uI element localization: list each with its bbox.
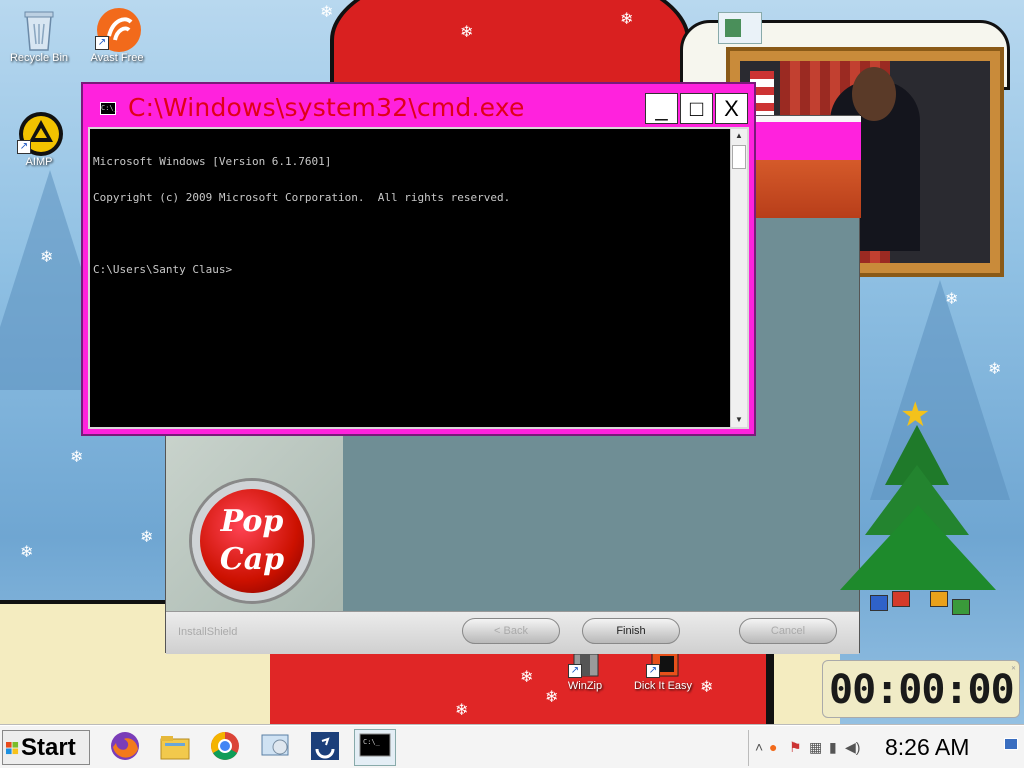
back-button[interactable]: < Back [462,618,560,644]
console-line: Microsoft Windows [Version 6.1.7601] [93,155,332,168]
recycle-bin-icon [17,6,61,51]
winzip-icon: ↗ [568,650,602,678]
action-center-icon[interactable]: ⚑ [789,739,802,756]
desktop-icon-avast[interactable]: ↗ Avast Free [80,6,154,64]
maximize-button[interactable]: □ [680,93,713,124]
show-desktop-button[interactable] [1004,738,1018,750]
shortcut-arrow-icon: ↗ [568,664,582,678]
finish-button[interactable]: Finish [582,618,680,644]
shortcut-arrow-icon: ↗ [646,664,660,678]
cmd-window-icon[interactable]: C:\_ [100,102,118,115]
popcap-logo: Pop Cap [192,481,312,601]
shortcut-arrow-icon: ↗ [17,140,31,154]
taskbar-sync[interactable] [304,729,346,766]
installshield-label: InstallShield [178,626,238,638]
start-button[interactable]: Start [2,730,90,765]
installer-side-art: Pop Cap [166,431,343,611]
timer-display: 00:00:00 [829,667,1015,713]
cmd-icon: C:\_ [359,733,391,757]
sync-icon [311,732,339,760]
gift-icon [870,595,888,611]
minimize-button[interactable]: _ [645,93,678,124]
console-output: Microsoft Windows [Version 6.1.7601] Cop… [93,132,510,300]
control-panel-icon [261,734,289,756]
notification-area: ˄ ● ⚑ ▦ ▮ ◀) [748,730,863,766]
scroll-down-arrow-icon[interactable]: ▼ [731,413,747,427]
taskbar-control-panel[interactable] [254,729,296,766]
stopwatch-gadget[interactable]: 00:00:00 ✕ [822,660,1020,718]
window-title: C:\Windows\system32\cmd.exe [128,93,525,122]
cancel-button[interactable]: Cancel [739,618,837,644]
christmas-tree-gadget: ★ [830,395,1010,625]
avast-icon: ↗ [95,6,141,52]
taskbar-cmd[interactable]: C:\_ [354,729,396,766]
cmd-titlebar[interactable]: C:\_ C:\Windows\system32\cmd.exe _ □ X [88,89,749,127]
desktop-icon-label: Dick It Easy [633,680,693,692]
console-line: Copyright (c) 2009 Microsoft Corporation… [93,191,511,204]
taskbar-file-explorer[interactable] [154,729,196,766]
close-icon[interactable]: ✕ [1011,665,1016,672]
power-icon[interactable]: ▮ [829,739,837,756]
svg-text:C:\_: C:\_ [363,738,381,746]
application-shortcut-icon: ↗ [646,650,680,678]
installer-button-bar: InstallShield < Back Finish Cancel [166,611,859,654]
close-button[interactable]: X [715,93,748,124]
shortcut-arrow-icon: ↗ [95,36,109,50]
gift-icon [892,591,910,607]
firefox-icon [111,732,139,760]
taskbar-clock[interactable]: 8:26 AM [885,734,969,761]
desktop-icon-aimp[interactable]: ↗ AIMP [2,110,76,168]
desktop-icon-recycle-bin[interactable]: Recycle Bin [2,6,76,64]
cmd-window[interactable]: C:\_ C:\Windows\system32\cmd.exe _ □ X M… [81,82,756,436]
chrome-icon [211,732,239,760]
network-icon[interactable]: ▦ [809,739,822,756]
scroll-up-arrow-icon[interactable]: ▲ [731,129,747,143]
scrollbar-thumb[interactable] [732,145,746,169]
show-hidden-icons-icon[interactable]: ˄ [755,739,763,755]
desktop-icon-winzip[interactable]: ↗ WinZip [548,650,622,692]
console-prompt[interactable]: C:\Users\Santy Claus> [93,264,510,276]
vertical-scrollbar[interactable]: ▲ ▼ [730,129,747,427]
desktop-icon-label: WinZip [567,680,603,692]
desktop-icon-document[interactable] [718,12,762,44]
windows-logo-icon [6,742,19,755]
installer-title-strip [756,116,861,218]
volume-icon[interactable]: ◀) [845,739,860,756]
avast-tray-icon[interactable]: ● [769,739,777,755]
desktop-icon-dick-it-easy[interactable]: ↗ Dick It Easy [626,650,700,692]
taskbar: Start C:\_ ˄ ● ⚑ ▦ ▮ ◀) 8:26 AM [0,725,1024,768]
gift-icon [952,599,970,615]
taskbar-firefox[interactable] [104,729,146,766]
document-thumbnail-icon [725,19,741,37]
start-label: Start [21,734,76,761]
console-area[interactable]: Microsoft Windows [Version 6.1.7601] Cop… [88,127,749,429]
gift-icon [930,591,948,607]
aimp-icon: ↗ [17,110,63,156]
taskbar-chrome[interactable] [204,729,246,766]
file-explorer-icon [160,736,190,760]
